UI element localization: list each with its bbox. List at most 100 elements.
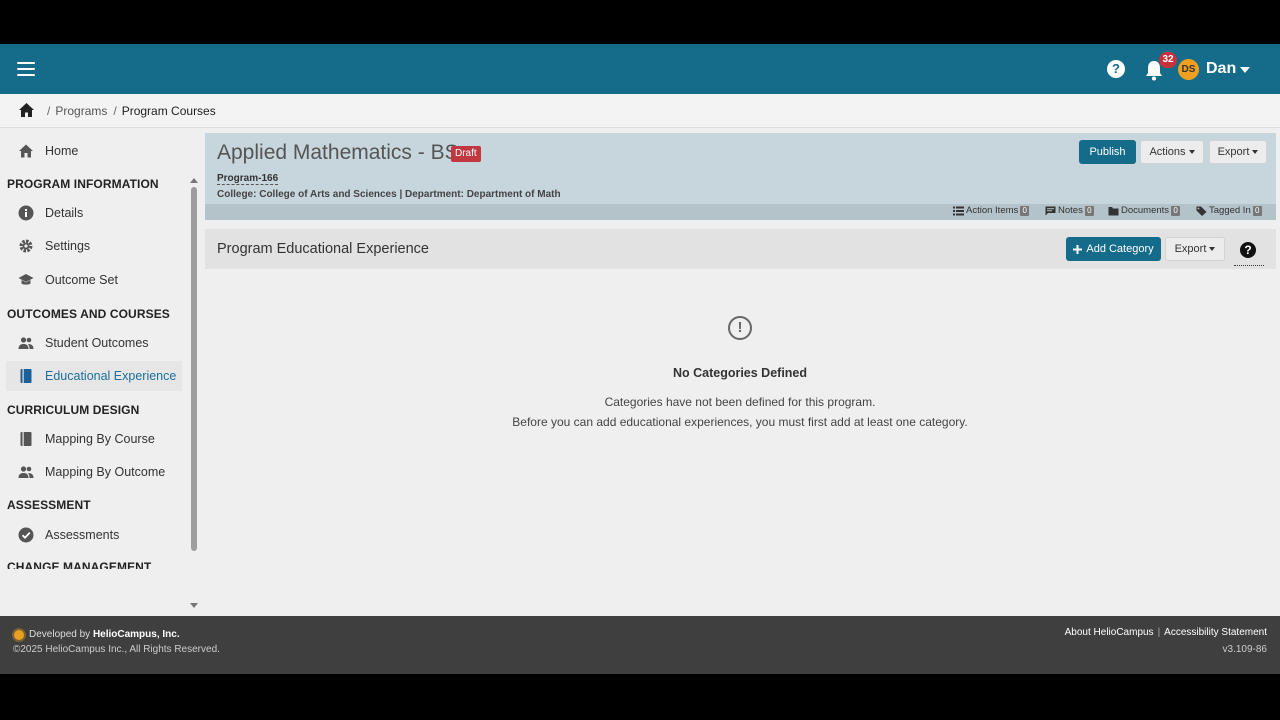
tagged-in-link[interactable]: Tagged In 0	[1196, 205, 1262, 216]
empty-state-title: No Categories Defined	[672, 366, 808, 380]
sidebar-item-student-outcomes[interactable]: Student Outcomes	[6, 328, 182, 358]
sidebar-item-label: Student Outcomes	[45, 336, 149, 350]
caret-down-icon	[1209, 247, 1216, 251]
notes-count: 0	[1084, 205, 1094, 216]
documents-label: Documents	[1121, 205, 1170, 216]
program-header: Applied Mathematics - BS Draft Program-1…	[205, 133, 1276, 220]
heliocampus-logo-icon	[14, 630, 24, 640]
sidebar-item-label: Assessments	[45, 528, 120, 542]
sidebar-item-educational-experience[interactable]: Educational Experience	[6, 361, 182, 391]
sidebar: Home PROGRAM INFORMATION Details Setting…	[0, 129, 200, 569]
breadcrumb: / Programs / Program Courses	[0, 94, 1280, 128]
caret-down-icon	[1252, 150, 1259, 154]
tagged-in-label: Tagged In	[1209, 205, 1251, 216]
sidebar-item-assessments[interactable]: Assessments	[6, 520, 182, 550]
sidebar-section-change-management: CHANGE MANAGEMENT	[7, 560, 152, 569]
sidebar-section-program-information: PROGRAM INFORMATION	[7, 177, 159, 191]
info-icon	[18, 205, 34, 221]
action-items-label: Action Items	[966, 205, 1019, 216]
tagged-in-count: 0	[1252, 205, 1262, 216]
sidebar-item-label: Home	[45, 144, 79, 158]
app-window: ? 32 DS Dan / Programs / Program Courses Ho…	[0, 44, 1280, 674]
graduation-cap-icon	[18, 274, 34, 285]
sidebar-item-label: Settings	[45, 239, 91, 253]
add-category-label: Add Category	[1086, 243, 1154, 255]
notes-label: Notes	[1058, 205, 1083, 216]
about-link[interactable]: About HelioCampus	[1065, 627, 1154, 638]
top-bar: ? 32 DS Dan	[0, 44, 1280, 94]
sidebar-section-assessment: ASSESSMENT	[7, 498, 91, 512]
sidebar-item-mapping-by-outcome[interactable]: Mapping By Outcome	[6, 457, 182, 487]
breadcrumb-programs[interactable]: Programs	[55, 104, 107, 118]
copyright: ©2025 HelioCampus Inc., All Rights Reser…	[13, 644, 220, 655]
notification-badge: 32	[1159, 52, 1177, 68]
caret-down-icon[interactable]	[1240, 67, 1250, 73]
sidebar-section-outcomes-and-courses: OUTCOMES AND COURSES	[7, 307, 170, 321]
program-meta: College: College of Arts and Sciences | …	[217, 189, 561, 200]
sidebar-item-home[interactable]: Home	[6, 136, 182, 166]
footer-links: About HelioCampus | Accessibility Statemen…	[1065, 627, 1267, 638]
export-label: Export	[1174, 243, 1207, 255]
help-underline	[1234, 265, 1264, 266]
developed-by: Developed by HelioCampus, Inc.	[29, 629, 180, 640]
list-icon	[953, 206, 964, 215]
actions-label: Actions	[1149, 146, 1186, 158]
note-icon	[1045, 206, 1056, 215]
publish-button[interactable]: Publish	[1079, 140, 1136, 164]
sidebar-item-label: Educational Experience	[45, 369, 177, 383]
user-menu[interactable]: Dan	[1206, 59, 1236, 79]
status-badge: Draft	[451, 146, 481, 162]
developed-by-prefix: Developed by	[29, 629, 91, 640]
page-title: Applied Mathematics - BS	[217, 141, 459, 164]
exclamation-circle-icon: !	[728, 316, 752, 340]
publish-label: Publish	[1089, 146, 1126, 158]
developed-by-company: HelioCampus, Inc.	[92, 629, 180, 640]
gear-icon	[19, 239, 33, 253]
sidebar-item-settings[interactable]: Settings	[6, 231, 182, 261]
section-header: Program Educational Experience Add Categ…	[205, 229, 1276, 269]
breadcrumb-program-courses: Program Courses	[121, 104, 216, 118]
sidebar-item-label: Outcome Set	[45, 273, 118, 287]
home-icon	[19, 144, 33, 158]
actions-button[interactable]: Actions	[1140, 140, 1204, 164]
empty-state-line: Categories have not been defined for thi…	[604, 395, 876, 409]
people-icon	[18, 466, 34, 478]
documents-count: 0	[1171, 205, 1181, 216]
sidebar-item-label: Mapping By Course	[45, 432, 155, 446]
plus-icon	[1073, 244, 1083, 254]
check-circle-icon	[18, 527, 34, 543]
export-button[interactable]: Export	[1209, 140, 1267, 164]
sidebar-item-details[interactable]: Details	[6, 198, 182, 228]
footer-separator: |	[1157, 627, 1161, 638]
program-id[interactable]: Program-166	[217, 173, 279, 185]
avatar[interactable]: DS	[1178, 59, 1199, 80]
section-export-button[interactable]: Export	[1165, 237, 1225, 261]
action-items-count: 0	[1020, 205, 1030, 216]
caret-down-icon	[1188, 150, 1195, 154]
folder-icon	[1108, 206, 1119, 215]
documents-link[interactable]: Documents 0	[1108, 205, 1181, 216]
breadcrumb-separator: /	[47, 104, 51, 118]
accessibility-link[interactable]: Accessibility Statement	[1164, 627, 1267, 638]
menu-icon[interactable]	[17, 62, 35, 76]
people-icon	[18, 337, 34, 349]
sidebar-section-curriculum-design: CURRICULUM DESIGN	[7, 403, 140, 417]
version: v3.109-86	[1222, 644, 1267, 655]
scroll-up-arrow[interactable]	[190, 178, 198, 183]
action-items-link[interactable]: Action Items 0	[953, 205, 1030, 216]
empty-state-line: Before you can add educational experienc…	[512, 415, 968, 429]
section-title: Program Educational Experience	[217, 241, 429, 257]
add-category-button[interactable]: Add Category	[1066, 237, 1161, 261]
breadcrumb-separator: /	[113, 104, 117, 118]
scroll-down-arrow[interactable]	[190, 603, 198, 608]
help-icon[interactable]: ?	[1107, 60, 1125, 78]
sidebar-item-mapping-by-course[interactable]: Mapping By Course	[6, 424, 182, 454]
home-icon[interactable]	[18, 102, 35, 118]
book-icon	[20, 369, 32, 383]
sidebar-scrollbar[interactable]	[191, 187, 197, 551]
sidebar-item-label: Details	[45, 206, 84, 220]
question-icon[interactable]: ?	[1240, 242, 1256, 258]
sidebar-item-label: Mapping By Outcome	[45, 465, 166, 479]
sidebar-item-outcome-set[interactable]: Outcome Set	[6, 265, 182, 295]
notes-link[interactable]: Notes 0	[1045, 205, 1094, 216]
